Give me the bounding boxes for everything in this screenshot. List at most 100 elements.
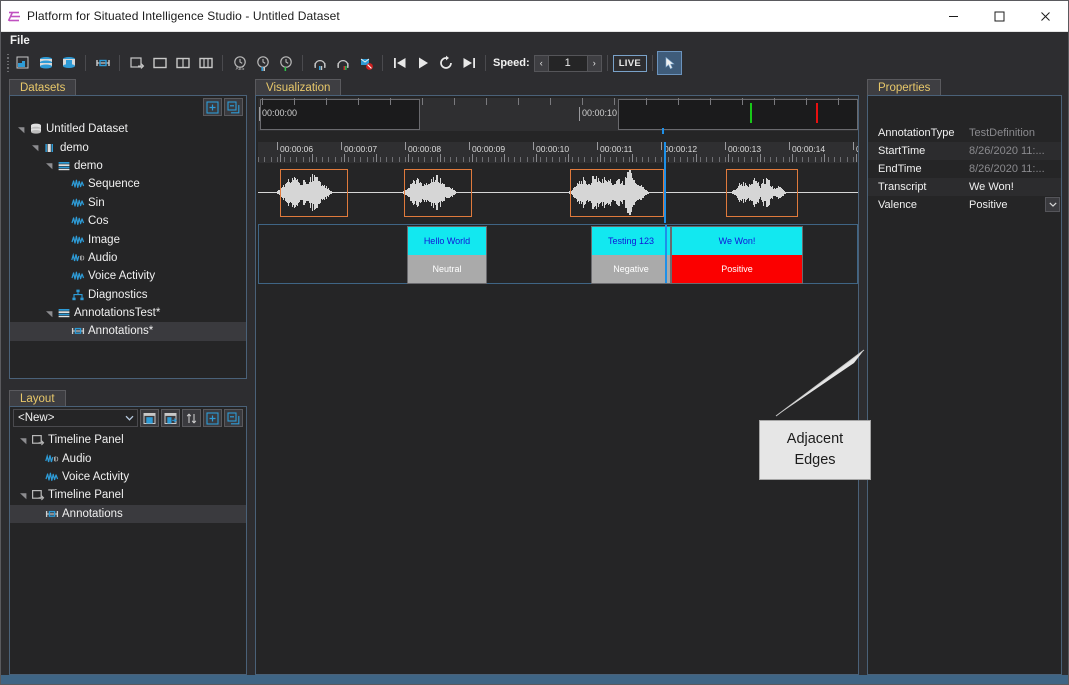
minimize-icon[interactable] [930,1,976,31]
chevron-expanded-icon[interactable] [44,304,55,322]
cursor-end-icon[interactable] [331,52,354,74]
chevron-expanded-icon[interactable] [30,139,41,157]
chevron-expanded-icon[interactable] [16,120,27,138]
tree-item-timeline-panel[interactable]: Timeline Panel [10,486,246,504]
tree-item-sequence[interactable]: Sequence [10,175,246,193]
expand-all-button[interactable] [203,409,222,427]
tree-item-demo[interactable]: demo [10,138,246,156]
ruler-cursor[interactable] [664,142,666,163]
voice-activity-box[interactable] [280,169,348,217]
tree-item-audio[interactable]: Audio [10,249,246,267]
vertical-splitter[interactable] [248,79,254,675]
play-icon[interactable] [411,52,434,74]
open-dataset-button[interactable] [11,52,34,74]
tree-item-voice-activity[interactable]: Voice Activity [10,267,246,285]
audio-track-cursor[interactable] [664,163,666,223]
tree-item-label: Image [86,234,120,246]
voice-activity-box[interactable] [726,169,798,217]
reorder-icon[interactable] [182,409,201,427]
maximize-icon[interactable] [976,1,1022,31]
timeline-ruler[interactable]: 00:00:0600:00:0700:00:0800:00:0900:00:10… [258,142,858,163]
collapse-all-button[interactable] [224,409,243,427]
skip-back-icon[interactable] [388,52,411,74]
tab-properties[interactable]: Properties [867,79,941,96]
stream-group-icon [55,159,72,173]
speed-stepper[interactable]: ‹ 1 › [534,55,602,72]
ruler-minor-tick [700,157,701,162]
menu-item-file[interactable]: File [1,33,38,50]
speed-input[interactable]: 1 [549,55,587,72]
annotations-track[interactable]: Hello WorldNeutral Testing 123NegativeWe … [258,224,858,284]
loop-icon[interactable] [434,52,457,74]
tree-item-annotations[interactable]: Annotations [10,505,246,523]
navigator-view-window[interactable] [618,99,858,130]
tree-item-voice-activity[interactable]: Voice Activity [10,468,246,486]
collapse-all-button[interactable] [224,98,243,116]
property-value[interactable]: We Won! [964,178,1061,196]
annotation-icon[interactable] [91,52,114,74]
speed-increment-button[interactable]: › [587,55,602,72]
tree-arrow-placeholder [58,212,69,230]
layout-2-icon[interactable] [171,52,194,74]
open-store-button[interactable] [34,52,57,74]
ruler-minor-tick [661,157,662,162]
tree-item-audio[interactable]: Audio [10,449,246,467]
tree-item-annotationstest-[interactable]: AnnotationsTest* [10,304,246,322]
annotation-item[interactable]: Testing 123Negative [591,226,671,284]
property-value[interactable]: Positive [964,196,1061,214]
insert-timeline-panel-button[interactable] [125,52,148,74]
skip-forward-icon[interactable] [457,52,480,74]
cursor-start-icon[interactable] [308,52,331,74]
tab-visualization[interactable]: Visualization [255,79,341,96]
navigator-cursor[interactable] [662,128,664,134]
annotation-item[interactable]: Hello WorldNeutral [407,226,487,284]
live-button[interactable]: LIVE [613,55,647,72]
layout-select[interactable]: <New> [13,409,138,427]
chevron-expanded-icon[interactable] [18,431,29,449]
selection-end-marker[interactable] [816,103,818,123]
tree-item-timeline-panel[interactable]: Timeline Panel [10,431,246,449]
audio-track[interactable] [258,163,858,223]
clear-selection-icon[interactable] [354,52,377,74]
expand-all-button[interactable] [203,98,222,116]
annotation-transcript: Hello World [407,226,487,255]
toolbar-grip[interactable] [4,54,11,72]
tree-item-diagnostics[interactable]: Diagnostics [10,286,246,304]
ruler-minor-tick [840,157,841,162]
tree-item-annotations-[interactable]: Annotations* [10,322,246,340]
voice-activity-box[interactable] [570,169,664,217]
ruler-minor-tick [636,157,637,162]
navigator-time-label: 00:00:10 [582,108,617,118]
horizontal-splitter[interactable] [9,380,247,389]
speed-decrement-button[interactable]: ‹ [534,55,549,72]
tab-layout[interactable]: Layout [9,390,66,407]
chevron-expanded-icon[interactable] [44,157,55,175]
save-layout-as-button[interactable] [161,409,180,427]
clock-start-icon[interactable] [251,52,274,74]
chevron-expanded-icon[interactable] [18,486,29,504]
tree-item-demo[interactable]: demo [10,157,246,175]
annotation-item[interactable]: We Won!Positive [671,226,803,284]
save-layout-button[interactable] [140,409,159,427]
clock-selection-icon[interactable] [274,52,297,74]
tree-item-untitled-dataset[interactable]: Untitled Dataset [10,120,246,138]
tree-item-image[interactable]: Image [10,230,246,248]
selection-start-marker[interactable] [750,103,752,123]
ruler-minor-tick [610,157,611,162]
timeline-navigator[interactable]: 00:00:0000:00:1000:00:20 [258,98,858,131]
tab-datasets[interactable]: Datasets [9,79,76,96]
properties-panel-body: AnnotationTypeTestDefinitionStartTime8/2… [867,95,1062,675]
save-store-button[interactable] [57,52,80,74]
tree-item-cos[interactable]: Cos [10,212,246,230]
chevron-down-icon[interactable] [1045,197,1060,212]
tree-item-label: Diagnostics [86,289,147,301]
audio-stream-icon [69,251,86,265]
voice-activity-box[interactable] [404,169,472,217]
layout-3-icon[interactable] [194,52,217,74]
clock-abs-icon[interactable]: ABS [228,52,251,74]
annotations-track-cursor[interactable] [665,225,667,283]
tree-item-sin[interactable]: Sin [10,194,246,212]
close-icon[interactable] [1022,1,1068,31]
selection-cursor-icon[interactable] [658,52,681,74]
layout-1-icon[interactable] [148,52,171,74]
